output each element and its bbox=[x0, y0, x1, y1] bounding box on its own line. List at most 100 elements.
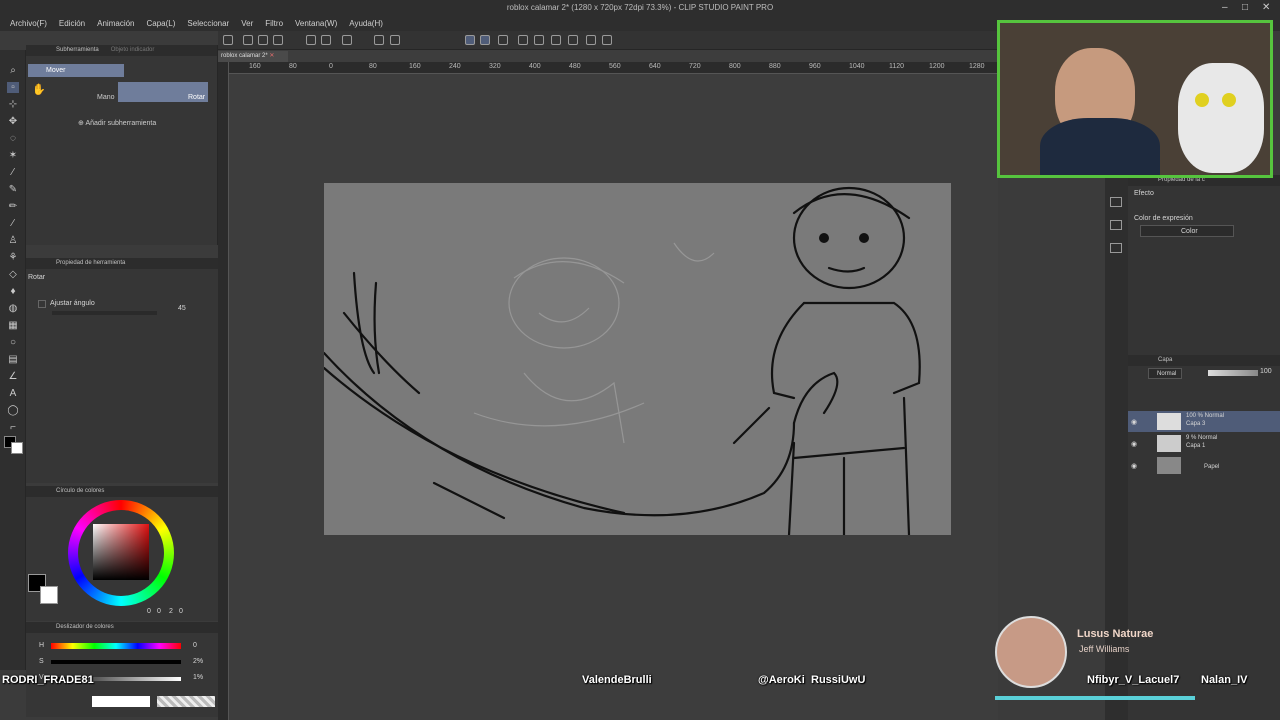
undo-icon[interactable] bbox=[306, 35, 316, 45]
layer-row[interactable]: ◉ 100 % Normal Capa 3 bbox=[1128, 411, 1280, 432]
ruler-tool-icon[interactable]: ∠ bbox=[7, 371, 19, 382]
subtool-rotar[interactable]: Rotar bbox=[188, 94, 205, 101]
menu-capa[interactable]: Capa(L) bbox=[147, 16, 176, 31]
menu-ver[interactable]: Ver bbox=[241, 16, 253, 31]
menu-filtro[interactable]: Filtro bbox=[265, 16, 283, 31]
expression-color-select[interactable]: Color bbox=[1140, 225, 1234, 237]
drawing-canvas[interactable] bbox=[324, 183, 951, 535]
grid-icon[interactable] bbox=[568, 35, 578, 45]
transform-icon[interactable] bbox=[390, 35, 400, 45]
saturation-square[interactable] bbox=[93, 524, 149, 580]
song-progress bbox=[995, 696, 1195, 700]
subtool-mover[interactable]: Mover bbox=[28, 64, 124, 77]
eye-icon[interactable]: ◉ bbox=[1131, 462, 1137, 470]
share-icon[interactable] bbox=[602, 35, 612, 45]
opacity-slider[interactable] bbox=[1208, 370, 1258, 376]
adjust-angle-checkbox[interactable] bbox=[38, 300, 46, 308]
balloon-icon[interactable]: ◯ bbox=[7, 405, 19, 416]
blend-mode-select[interactable]: Normal bbox=[1148, 368, 1182, 379]
saturation-slider[interactable] bbox=[51, 660, 181, 664]
menu-edicion[interactable]: Edición bbox=[59, 16, 85, 31]
layer-name: Capa 1 bbox=[1186, 443, 1206, 449]
blend-icon[interactable]: ♦ bbox=[7, 286, 19, 297]
menu-ayuda[interactable]: Ayuda(H) bbox=[349, 16, 383, 31]
menu-archivo[interactable]: Archivo(F) bbox=[10, 16, 47, 31]
open-file-icon[interactable] bbox=[243, 35, 253, 45]
help-icon[interactable] bbox=[518, 35, 528, 45]
material-icon[interactable] bbox=[1110, 243, 1122, 253]
fill-tool-icon[interactable]: ◍ bbox=[7, 303, 19, 314]
navigator-icon[interactable] bbox=[1110, 220, 1122, 230]
magic-wand-icon[interactable]: ✶ bbox=[7, 150, 19, 161]
tool-name: Rotar bbox=[28, 274, 46, 281]
eye-icon[interactable]: ◉ bbox=[1131, 440, 1137, 448]
menu-seleccionar[interactable]: Seleccionar bbox=[187, 16, 229, 31]
zoom-icon[interactable]: ⌕ bbox=[7, 65, 19, 76]
text-icon[interactable]: A bbox=[7, 388, 19, 399]
eraser-icon[interactable]: ◇ bbox=[7, 269, 19, 280]
airbrush-icon[interactable]: ♙ bbox=[7, 235, 19, 246]
tool-property-tab[interactable]: Propiedad de herramienta bbox=[26, 258, 218, 269]
color-wheel-tab[interactable]: Círculo de colores bbox=[26, 486, 218, 497]
close-button[interactable]: ✕ bbox=[1262, 2, 1270, 13]
opacity-value[interactable]: 100 bbox=[1260, 368, 1272, 375]
export-icon[interactable] bbox=[273, 35, 283, 45]
eye-icon[interactable]: ◉ bbox=[1131, 418, 1137, 426]
property-icon[interactable] bbox=[1110, 197, 1122, 207]
brush-icon[interactable]: ∕ bbox=[7, 218, 19, 229]
operation-icon[interactable]: ⊹ bbox=[7, 99, 19, 110]
menu-ventana[interactable]: Ventana(W) bbox=[295, 16, 337, 31]
layer-row[interactable]: ◉ 9 % Normal Capa 1 bbox=[1128, 433, 1280, 454]
decoration-icon[interactable]: ⚘ bbox=[7, 252, 19, 263]
maximize-button[interactable]: □ bbox=[1242, 2, 1248, 13]
menu-animacion[interactable]: Animación bbox=[97, 16, 134, 31]
move-layer-icon[interactable]: ✥ bbox=[7, 116, 19, 127]
sub-color[interactable] bbox=[40, 586, 58, 604]
fill-icon[interactable] bbox=[374, 35, 384, 45]
tool-property-panel: Propiedad de herramienta Rotar Ajustar á… bbox=[26, 258, 218, 483]
chat-name: Nfibyr_V_Lacuel7 bbox=[1087, 674, 1180, 686]
minimize-button[interactable]: – bbox=[1222, 2, 1228, 13]
eyedropper-icon[interactable]: ⁄ bbox=[7, 167, 19, 178]
lasso-icon[interactable]: ◌ bbox=[7, 133, 19, 144]
song-artist: Jeff Williams bbox=[1079, 644, 1130, 654]
white-swatch[interactable] bbox=[92, 696, 150, 707]
ruler-tick-label: 960 bbox=[809, 63, 821, 70]
ruler-icon[interactable] bbox=[534, 35, 544, 45]
hue-slider[interactable] bbox=[51, 643, 181, 649]
symmetry-icon[interactable] bbox=[586, 35, 596, 45]
indicator-tab[interactable]: Objeto indicador bbox=[111, 45, 155, 56]
move-icon[interactable]: ▫ bbox=[7, 82, 19, 93]
close-tab-icon[interactable]: ✕ bbox=[269, 53, 274, 59]
subtool-tab[interactable]: Subherramienta bbox=[56, 45, 99, 56]
pencil-icon[interactable]: ✏ bbox=[7, 201, 19, 212]
angle-value[interactable]: 45 bbox=[178, 305, 186, 312]
new-file-icon[interactable] bbox=[223, 35, 233, 45]
loading-icon bbox=[342, 35, 352, 45]
stroke-2-icon[interactable] bbox=[480, 35, 490, 45]
document-tab[interactable]: roblox calamar 2* ✕ bbox=[218, 51, 288, 62]
sub-color-swatch[interactable] bbox=[11, 442, 23, 454]
add-subtool-button[interactable]: ⊕ Añadir subherramienta bbox=[78, 119, 156, 127]
crop-icon[interactable] bbox=[551, 35, 561, 45]
figure-icon[interactable]: ○ bbox=[7, 337, 19, 348]
ruler-tick-label: 80 bbox=[289, 63, 297, 70]
angle-slider[interactable] bbox=[52, 311, 157, 315]
frame-icon[interactable]: ▤ bbox=[7, 354, 19, 365]
pen-icon[interactable]: ✎ bbox=[7, 184, 19, 195]
ruler-tick-label: 1200 bbox=[929, 63, 945, 70]
transparent-swatch[interactable] bbox=[157, 696, 215, 707]
correct-line-icon[interactable]: ⌐ bbox=[7, 422, 19, 433]
layer-row[interactable]: ◉ Papel bbox=[1128, 455, 1280, 476]
gradient-icon[interactable]: ▦ bbox=[7, 320, 19, 331]
window-title: roblox calamar 2* (1280 x 720px 72dpi 73… bbox=[506, 3, 774, 12]
vertical-ruler bbox=[218, 62, 229, 720]
edit-icon[interactable] bbox=[498, 35, 508, 45]
color-slider-tab[interactable]: Deslizador de colores bbox=[26, 622, 218, 633]
layer-tab[interactable]: Capa bbox=[1128, 355, 1280, 366]
color-wheel-panel: Círculo de colores 0 0 2 0 bbox=[26, 486, 218, 621]
redo-icon[interactable] bbox=[321, 35, 331, 45]
save-icon[interactable] bbox=[258, 35, 268, 45]
stroke-icon[interactable] bbox=[465, 35, 475, 45]
subtool-mano[interactable]: Mano bbox=[97, 94, 115, 101]
